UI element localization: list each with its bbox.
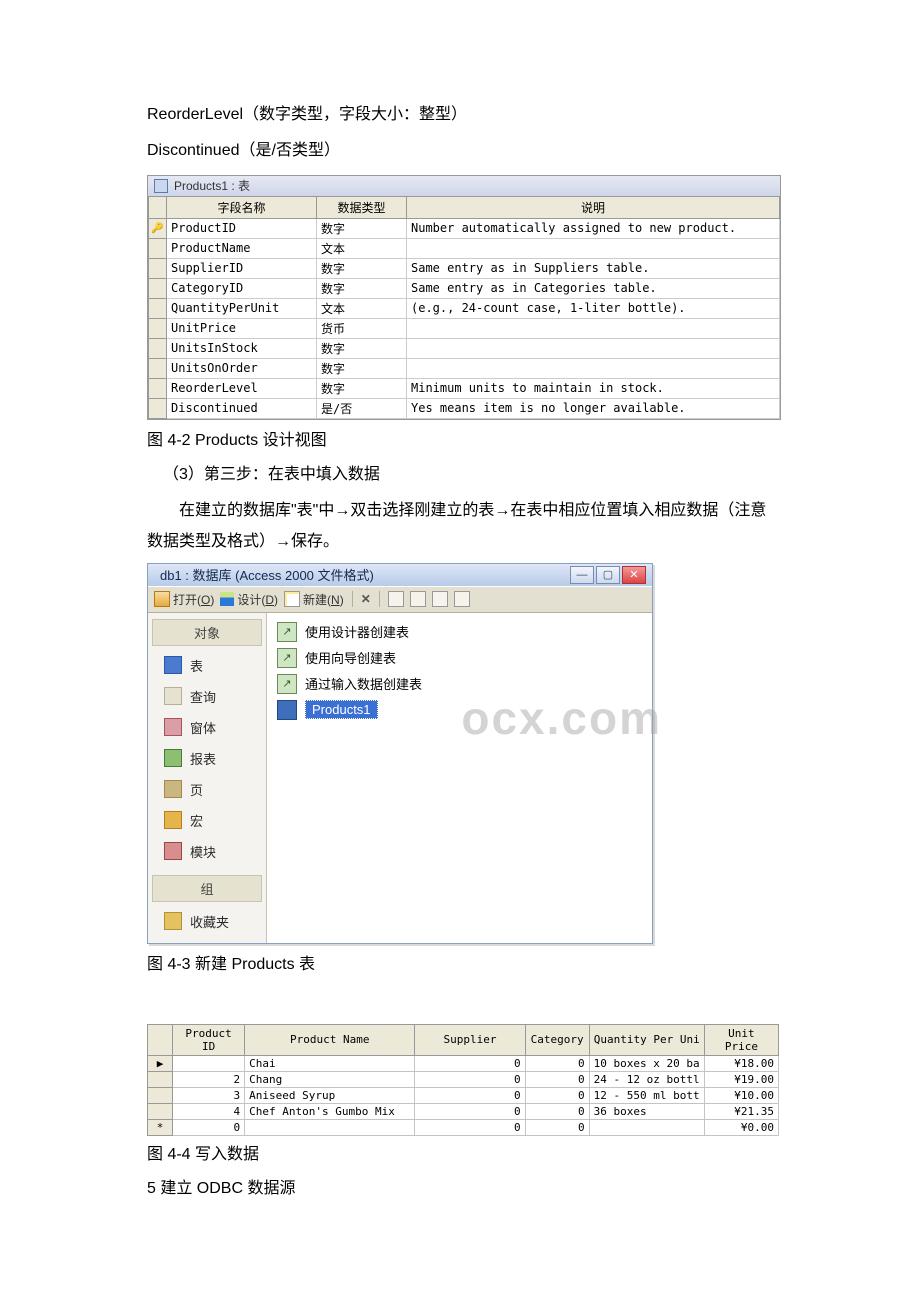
col-category: Category <box>525 1024 589 1055</box>
table-row[interactable]: 3Aniseed Syrup0012 - 550 ml bott¥10.00 <box>148 1087 779 1103</box>
open-button[interactable]: 打开(O) <box>154 591 214 608</box>
col-product-name: Product Name <box>245 1024 415 1055</box>
close-button[interactable]: ✕ <box>622 566 646 584</box>
col-unit-price: Unit Price <box>704 1024 778 1055</box>
col-data-type: 数据类型 <box>317 196 407 218</box>
table-products1[interactable]: Products1 <box>275 697 644 723</box>
object-sidebar: 对象 表 查询 窗体 报表 页 宏 模块 组 收藏夹 <box>148 613 267 943</box>
tables-icon <box>164 656 182 674</box>
table-row: 🔑ProductID数字Number automatically assigne… <box>149 218 780 238</box>
col-field-name: 字段名称 <box>167 196 317 218</box>
table-row: CategoryID数字Same entry as in Categories … <box>149 278 780 298</box>
sidebar-item-macros[interactable]: 宏 <box>148 805 266 836</box>
table-row: QuantityPerUnit文本(e.g., 24-count case, 1… <box>149 298 780 318</box>
maximize-button[interactable]: ▢ <box>596 566 620 584</box>
sidebar-groups-header: 组 <box>152 875 262 902</box>
queries-icon <box>164 687 182 705</box>
table-row: Discontinued是/否Yes means item is no long… <box>149 398 780 418</box>
object-list: ocx.com ↗使用设计器创建表 ↗使用向导创建表 ↗通过输入数据创建表 Pr… <box>267 613 652 943</box>
figure-4-2-titlebar: Products1 : 表 <box>148 176 780 196</box>
text-discontinued: Discontinued（是/否类型） <box>147 136 780 166</box>
section-5-heading: 5 建立 ODBC 数据源 <box>147 1174 780 1204</box>
create-table-design-view[interactable]: ↗使用设计器创建表 <box>275 619 644 645</box>
sidebar-item-reports[interactable]: 报表 <box>148 743 266 774</box>
table-row: SupplierID数字Same entry as in Suppliers t… <box>149 258 780 278</box>
sidebar-item-modules[interactable]: 模块 <box>148 836 266 867</box>
view-details-icon[interactable] <box>454 591 470 607</box>
view-list-icon[interactable] <box>432 591 448 607</box>
figure-4-4-datasheet: Product ID Product Name Supplier Categor… <box>147 1024 779 1136</box>
figure-4-2-design-view: Products1 : 表 字段名称 数据类型 说明 🔑ProductID数字N… <box>147 175 781 420</box>
db-window-titlebar: db1 : 数据库 (Access 2000 文件格式) — ▢ ✕ <box>148 564 652 586</box>
create-table-wizard[interactable]: ↗使用向导创建表 <box>275 645 644 671</box>
db-window-title: db1 : 数据库 (Access 2000 文件格式) <box>160 565 374 584</box>
table-icon <box>277 700 297 720</box>
favorites-icon <box>164 912 182 930</box>
wizard-icon: ↗ <box>277 674 297 694</box>
design-button[interactable]: 设计(D) <box>220 591 278 608</box>
table-header-row: 字段名称 数据类型 说明 <box>149 196 780 218</box>
design-icon <box>220 592 234 606</box>
figure-4-2-caption: 图 4-2 Products 设计视图 <box>147 426 780 450</box>
table-row[interactable]: 2Chang0024 - 12 oz bottl¥19.00 <box>148 1071 779 1087</box>
table-row: UnitPrice货币 <box>149 318 780 338</box>
sidebar-item-pages[interactable]: 页 <box>148 774 266 805</box>
step3-paragraph: 在建立的数据库"表"中→双击选择刚建立的表→在表中相应位置填入相应数据（注意数据… <box>147 496 780 557</box>
table-row: ProductName文本 <box>149 238 780 258</box>
modules-icon <box>164 842 182 860</box>
new-button[interactable]: 新建(N) <box>284 591 344 608</box>
col-supplier: Supplier <box>415 1024 525 1055</box>
view-small-icon[interactable] <box>388 591 404 607</box>
table-icon <box>154 179 168 193</box>
sidebar-objects-header: 对象 <box>152 619 262 646</box>
pages-icon <box>164 780 182 798</box>
table-row[interactable]: 4Chef Anton's Gumbo Mix0036 boxes¥21.35 <box>148 1103 779 1119</box>
open-icon <box>154 591 170 607</box>
new-icon <box>284 591 300 607</box>
wizard-icon: ↗ <box>277 622 297 642</box>
minimize-button[interactable]: — <box>570 566 594 584</box>
figure-4-3-caption: 图 4-3 新建 Products 表 <box>147 950 780 974</box>
table-row[interactable]: *000¥0.00 <box>148 1119 779 1135</box>
table-row: UnitsOnOrder数字 <box>149 358 780 378</box>
figure-4-3-db-window: db1 : 数据库 (Access 2000 文件格式) — ▢ ✕ 打开(O)… <box>147 563 653 944</box>
primary-key-icon: 🔑 <box>151 223 163 234</box>
col-qpu: Quantity Per Uni <box>589 1024 704 1055</box>
step3-heading: （3）第三步：在表中填入数据 <box>147 460 780 490</box>
figure-4-2-title: Products1 : 表 <box>174 177 250 194</box>
figure-4-4-caption: 图 4-4 写入数据 <box>147 1140 780 1164</box>
table-header-row: Product ID Product Name Supplier Categor… <box>148 1024 779 1055</box>
text-reorderlevel: ReorderLevel（数字类型，字段大小：整型） <box>147 100 780 130</box>
sidebar-item-tables[interactable]: 表 <box>148 650 266 681</box>
table-row[interactable]: ▶Chai0010 boxes x 20 ba¥18.00 <box>148 1055 779 1071</box>
create-table-enter-data[interactable]: ↗通过输入数据创建表 <box>275 671 644 697</box>
sidebar-item-favorites[interactable]: 收藏夹 <box>148 906 266 937</box>
col-description: 说明 <box>407 196 780 218</box>
wizard-icon: ↗ <box>277 648 297 668</box>
sidebar-item-queries[interactable]: 查询 <box>148 681 266 712</box>
forms-icon <box>164 718 182 736</box>
reports-icon <box>164 749 182 767</box>
view-large-icon[interactable] <box>410 591 426 607</box>
sidebar-item-forms[interactable]: 窗体 <box>148 712 266 743</box>
table-row: UnitsInStock数字 <box>149 338 780 358</box>
col-product-id: Product ID <box>173 1024 245 1055</box>
db-toolbar: 打开(O) 设计(D) 新建(N) ✕ <box>148 586 652 613</box>
macros-icon <box>164 811 182 829</box>
table-row: ReorderLevel数字Minimum units to maintain … <box>149 378 780 398</box>
